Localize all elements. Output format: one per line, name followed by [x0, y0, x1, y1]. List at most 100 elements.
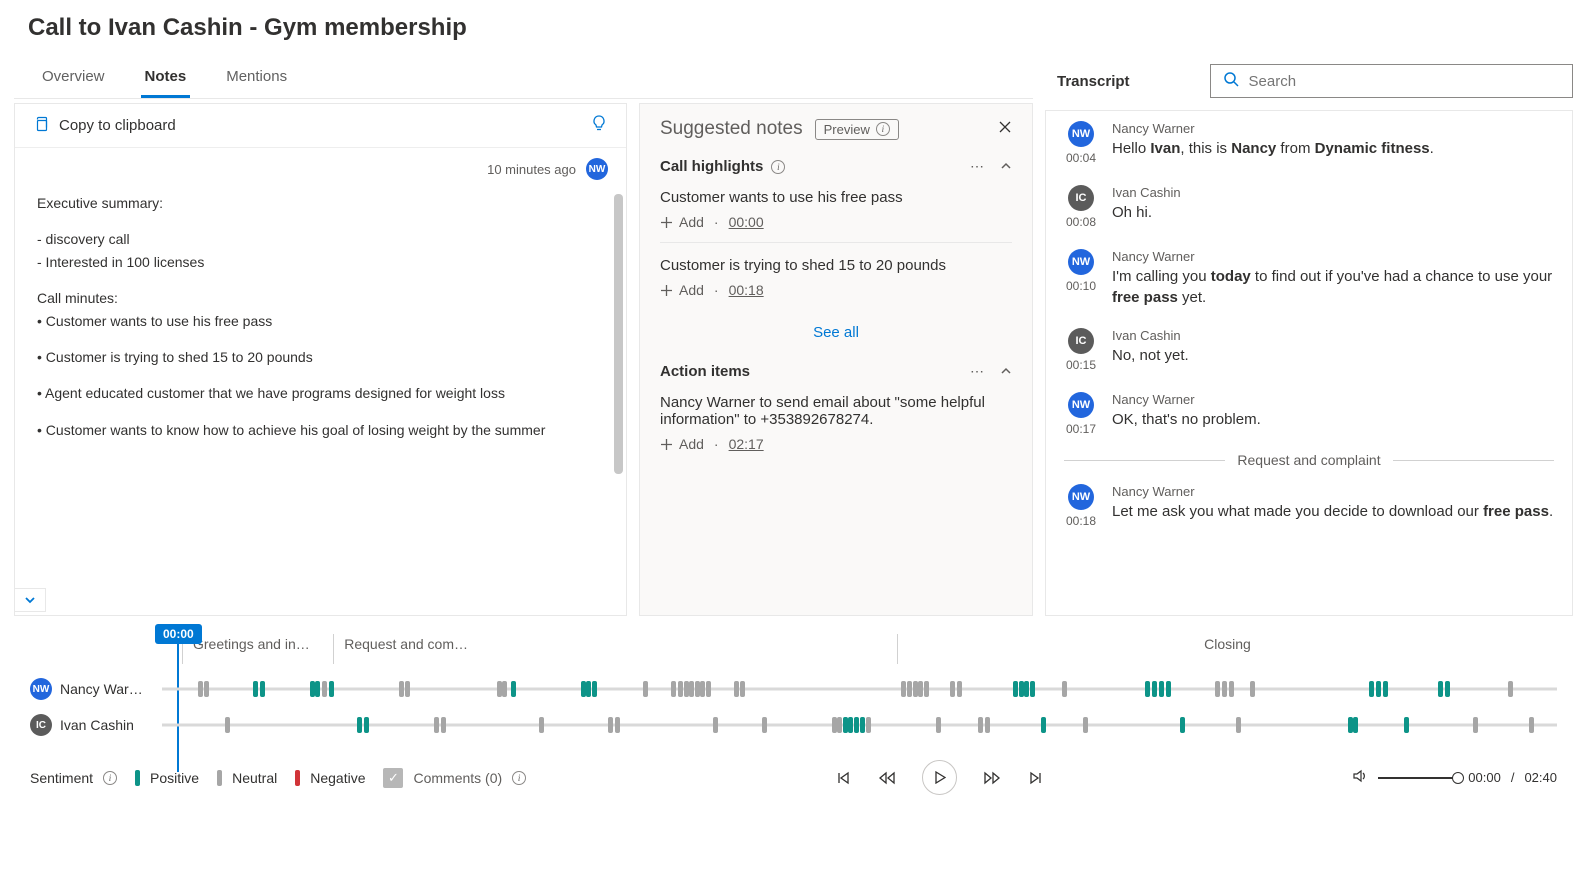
- comments-button[interactable]: ✓ Comments (0) i: [383, 768, 526, 788]
- preview-badge[interactable]: Preview i: [815, 119, 899, 140]
- sentiment-tick[interactable]: [1348, 717, 1353, 733]
- sentiment-tick[interactable]: [364, 717, 369, 733]
- info-icon[interactable]: i: [771, 160, 785, 174]
- skip-end-icon[interactable]: [1027, 769, 1045, 787]
- tab-overview[interactable]: Overview: [38, 56, 109, 98]
- sentiment-tick[interactable]: [695, 681, 700, 697]
- sentiment-tick[interactable]: [684, 681, 689, 697]
- sentiment-tick[interactable]: [713, 717, 718, 733]
- sentiment-tick[interactable]: [1383, 681, 1388, 697]
- sentiment-tick[interactable]: [608, 717, 613, 733]
- sentiment-tick[interactable]: [1229, 681, 1234, 697]
- sentiment-tick[interactable]: [689, 681, 694, 697]
- sentiment-tick[interactable]: [497, 681, 502, 697]
- transcript-row[interactable]: NW 00:17 Nancy Warner OK, that's no prob…: [1046, 382, 1572, 446]
- expand-toggle[interactable]: [14, 588, 46, 612]
- sentiment-tick[interactable]: [1222, 681, 1227, 697]
- sentiment-tick[interactable]: [615, 717, 620, 733]
- sentiment-tick[interactable]: [978, 717, 983, 733]
- sentiment-tick[interactable]: [586, 681, 591, 697]
- sentiment-tick[interactable]: [260, 681, 265, 697]
- track-bar[interactable]: [162, 717, 1557, 733]
- sentiment-tick[interactable]: [1236, 717, 1241, 733]
- scrollbar-thumb[interactable]: [614, 194, 623, 474]
- sentiment-tick[interactable]: [866, 717, 871, 733]
- sentiment-tick[interactable]: [1083, 717, 1088, 733]
- track-bar[interactable]: [162, 681, 1557, 697]
- notes-body[interactable]: Executive summary: - discovery call- Int…: [15, 186, 626, 615]
- volume-icon[interactable]: [1352, 768, 1368, 787]
- sentiment-tick[interactable]: [957, 681, 962, 697]
- sentiment-tick[interactable]: [837, 717, 842, 733]
- more-icon[interactable]: ⋯: [970, 158, 984, 175]
- sentiment-tick[interactable]: [581, 681, 586, 697]
- sentiment-tick[interactable]: [1062, 681, 1067, 697]
- see-all-link[interactable]: See all: [660, 310, 1012, 345]
- play-button[interactable]: [922, 760, 957, 795]
- sentiment-tick[interactable]: [511, 681, 516, 697]
- sentiment-tick[interactable]: [734, 681, 739, 697]
- search-box[interactable]: [1210, 64, 1573, 98]
- sentiment-tick[interactable]: [322, 681, 327, 697]
- sentiment-tick[interactable]: [1250, 681, 1255, 697]
- sentiment-tick[interactable]: [843, 717, 848, 733]
- lightbulb-icon[interactable]: [590, 114, 608, 137]
- sentiment-tick[interactable]: [706, 681, 711, 697]
- sentiment-tick[interactable]: [310, 681, 315, 697]
- sentiment-tick[interactable]: [253, 681, 258, 697]
- sentiment-tick[interactable]: [901, 681, 906, 697]
- sentiment-tick[interactable]: [315, 681, 320, 697]
- sentiment-tick[interactable]: [700, 681, 705, 697]
- sentiment-tick[interactable]: [860, 717, 865, 733]
- sentiment-tick[interactable]: [1159, 681, 1164, 697]
- sentiment-tick[interactable]: [357, 717, 362, 733]
- sentiment-tick[interactable]: [854, 717, 859, 733]
- time-flag[interactable]: 00:00: [155, 624, 202, 644]
- sentiment-tick[interactable]: [539, 717, 544, 733]
- search-input[interactable]: [1249, 73, 1560, 90]
- transcript-list[interactable]: NW 00:04 Nancy Warner Hello Ivan, this i…: [1045, 110, 1573, 616]
- sentiment-tick[interactable]: [1166, 681, 1171, 697]
- sentiment-tick[interactable]: [441, 717, 446, 733]
- sentiment-tick[interactable]: [405, 681, 410, 697]
- sentiment-tick[interactable]: [762, 717, 767, 733]
- more-icon[interactable]: ⋯: [970, 363, 984, 380]
- chevron-up-icon[interactable]: [1000, 364, 1012, 380]
- volume-slider[interactable]: [1378, 777, 1458, 779]
- sentiment-tick[interactable]: [1473, 717, 1478, 733]
- sentiment-tick[interactable]: [1024, 681, 1029, 697]
- timestamp-link[interactable]: 00:18: [729, 282, 764, 298]
- sentiment-tick[interactable]: [985, 717, 990, 733]
- sentiment-tick[interactable]: [1019, 681, 1024, 697]
- sentiment-tick[interactable]: [950, 681, 955, 697]
- sentiment-tick[interactable]: [1180, 717, 1185, 733]
- tab-mentions[interactable]: Mentions: [222, 56, 291, 98]
- sentiment-tick[interactable]: [1508, 681, 1513, 697]
- skip-start-icon[interactable]: [834, 769, 852, 787]
- sentiment-tick[interactable]: [502, 681, 507, 697]
- sentiment-tick[interactable]: [1145, 681, 1150, 697]
- sentiment-tick[interactable]: [592, 681, 597, 697]
- sentiment-tick[interactable]: [1376, 681, 1381, 697]
- timestamp-link[interactable]: 02:17: [729, 436, 764, 452]
- tab-notes[interactable]: Notes: [141, 56, 191, 98]
- rewind-icon[interactable]: [878, 769, 896, 787]
- sentiment-tick[interactable]: [1404, 717, 1409, 733]
- sentiment-tick[interactable]: [848, 717, 853, 733]
- sentiment-tick[interactable]: [924, 681, 929, 697]
- sentiment-tick[interactable]: [1215, 681, 1220, 697]
- transcript-row[interactable]: NW 00:10 Nancy Warner I'm calling you to…: [1046, 239, 1572, 318]
- chevron-up-icon[interactable]: [1000, 159, 1012, 175]
- sentiment-tick[interactable]: [1152, 681, 1157, 697]
- sentiment-tick[interactable]: [913, 681, 918, 697]
- sentiment-tick[interactable]: [907, 681, 912, 697]
- sentiment-tick[interactable]: [225, 717, 230, 733]
- timestamp-link[interactable]: 00:00: [729, 214, 764, 230]
- sentiment-tick[interactable]: [1445, 681, 1450, 697]
- sentiment-tick[interactable]: [678, 681, 683, 697]
- sentiment-tick[interactable]: [399, 681, 404, 697]
- transcript-row[interactable]: NW 00:04 Nancy Warner Hello Ivan, this i…: [1046, 111, 1572, 175]
- close-icon[interactable]: [998, 120, 1012, 139]
- forward-icon[interactable]: [983, 769, 1001, 787]
- sentiment-tick[interactable]: [1529, 717, 1534, 733]
